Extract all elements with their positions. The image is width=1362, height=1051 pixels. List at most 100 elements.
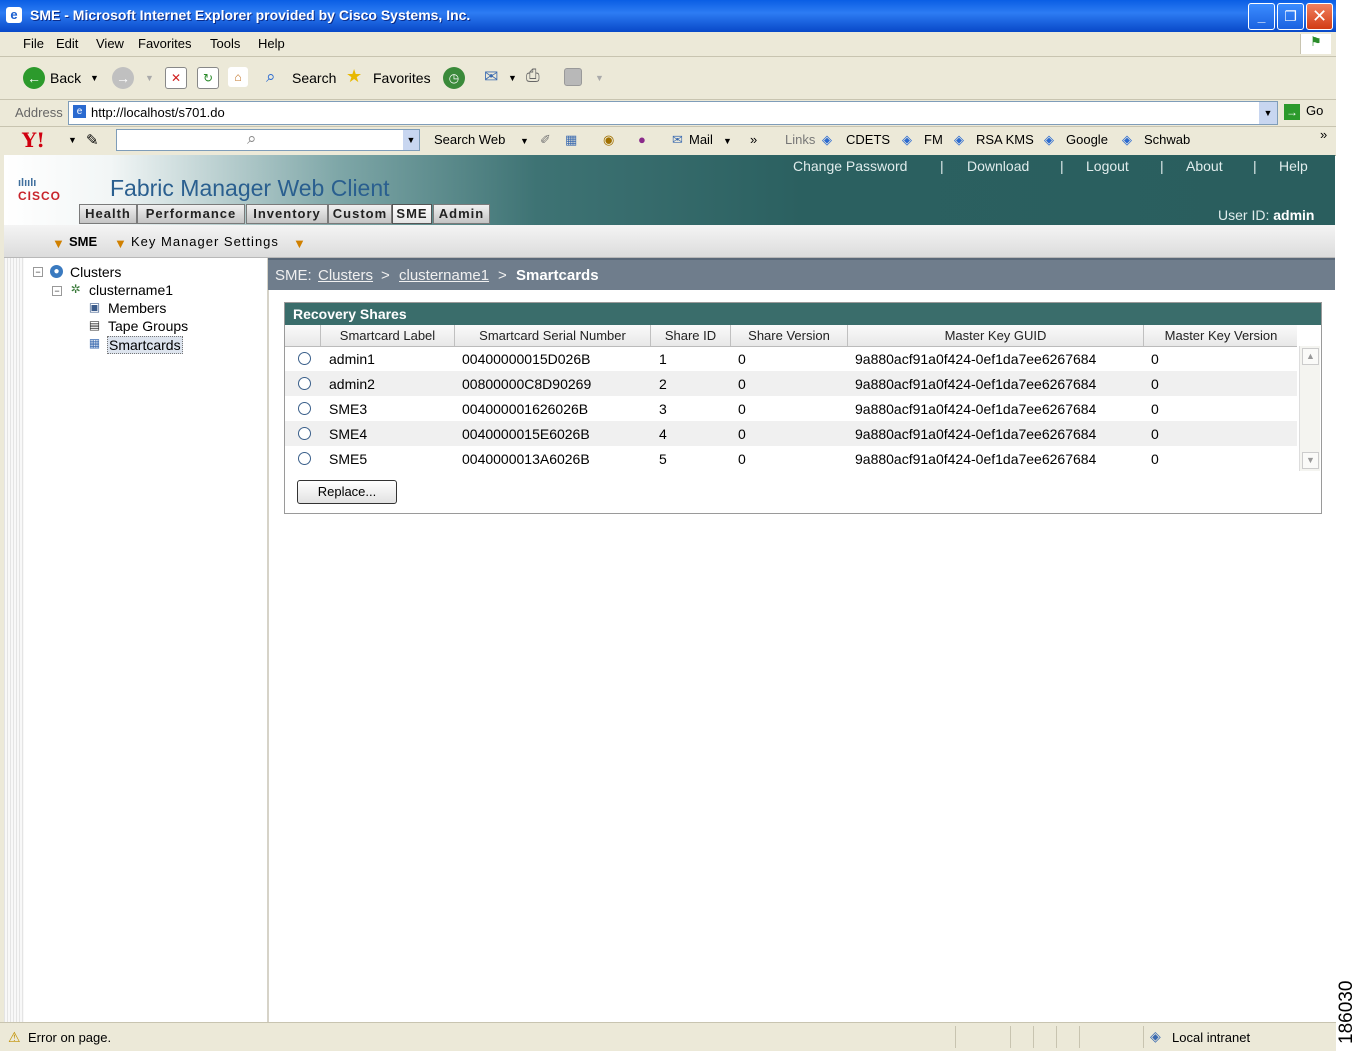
yahoo-dropdown-icon[interactable]: ▼ [68, 135, 77, 145]
favorites-button[interactable]: Favorites [373, 70, 431, 86]
breadcrumb-cluster-link[interactable]: clustername1 [399, 267, 489, 284]
minimize-button[interactable]: _ [1248, 3, 1275, 30]
table-row[interactable]: admin1 00400000015D026B 1 0 9a880acf91a0… [285, 346, 1297, 371]
menu-help[interactable]: Help [258, 36, 285, 51]
mail-dropdown-icon[interactable]: ▼ [508, 73, 517, 83]
col-share-version[interactable]: Share Version [730, 325, 847, 346]
mail-dropdown-icon[interactable]: ▼ [723, 136, 732, 146]
mail-envelope-icon[interactable]: ✉ [672, 132, 683, 148]
menu-edit[interactable]: Edit [56, 36, 78, 51]
table-row[interactable]: admin2 00800000C8D90269 2 0 9a880acf91a0… [285, 371, 1297, 396]
row-radio[interactable] [298, 452, 311, 465]
download-link[interactable]: Download [967, 158, 1029, 174]
highlight-icon[interactable]: ✐ [540, 132, 551, 148]
tree-smartcards[interactable]: Smartcards [107, 336, 183, 354]
mail-icon[interactable]: ✉ [484, 67, 498, 87]
tab-sme[interactable]: SME [392, 204, 432, 224]
replace-button[interactable]: Replace... [297, 480, 397, 504]
menu-view[interactable]: View [96, 36, 124, 51]
yahoo-logo[interactable]: Y! [22, 128, 45, 152]
refresh-icon[interactable]: ↻ [197, 67, 219, 89]
logout-link[interactable]: Logout [1086, 158, 1129, 174]
home-icon[interactable]: ⌂ [228, 67, 248, 87]
globe-icon[interactable]: ◉ [603, 132, 614, 148]
back-button[interactable]: Back [50, 70, 81, 86]
search-web-button[interactable]: Search Web [434, 132, 505, 147]
cell-serial: 0040000015E6026B [462, 426, 590, 442]
search-icon[interactable]: ⌕ [266, 67, 276, 87]
search-web-dropdown-icon[interactable]: ▼ [520, 136, 529, 146]
help-link[interactable]: Help [1279, 158, 1308, 174]
yahoo-search-input[interactable]: ⌕ ▼ [116, 129, 420, 151]
tree-members[interactable]: Members [108, 300, 166, 316]
scroll-down-icon[interactable]: ▼ [1302, 452, 1319, 469]
status-divider [1079, 1026, 1080, 1048]
favorites-star-icon[interactable]: ★ [346, 66, 362, 87]
maximize-button[interactable]: ❐ [1277, 3, 1304, 30]
chevron-more-icon[interactable]: » [750, 132, 757, 147]
tab-admin[interactable]: Admin [433, 204, 490, 224]
tab-health[interactable]: Health [79, 204, 137, 224]
menu-favorites[interactable]: Favorites [138, 36, 191, 51]
col-master-key-version[interactable]: Master Key Version [1143, 325, 1298, 346]
table-scrollbar[interactable]: ▲ ▼ [1299, 346, 1320, 471]
link-rsa-kms[interactable]: RSA KMS [976, 132, 1034, 147]
tree-clusters[interactable]: Clusters [70, 264, 121, 280]
link-cdets[interactable]: CDETS [846, 132, 890, 147]
change-password-link[interactable]: Change Password [793, 158, 907, 174]
close-button[interactable]: ✕ [1306, 3, 1333, 30]
scroll-up-icon[interactable]: ▲ [1302, 348, 1319, 365]
subnav-key-manager-settings[interactable]: Key Manager Settings [131, 234, 279, 249]
address-dropdown-icon[interactable]: ▼ [1259, 102, 1277, 124]
go-arrow-icon[interactable]: → [1284, 104, 1300, 120]
subnav-sme[interactable]: SME [69, 234, 97, 249]
link-fm[interactable]: FM [924, 132, 943, 147]
link-schwab[interactable]: Schwab [1144, 132, 1190, 147]
warning-icon[interactable]: ⚠ [8, 1029, 21, 1046]
history-icon[interactable]: ◷ [443, 67, 465, 89]
edit-dropdown-icon[interactable]: ▼ [595, 73, 604, 83]
search-button[interactable]: Search [292, 70, 336, 86]
table-row[interactable]: SME3 004000001626026B 3 0 9a880acf91a0f4… [285, 396, 1297, 421]
yahoo-search-dropdown-icon[interactable]: ▼ [403, 130, 419, 150]
breadcrumb-clusters-link[interactable]: Clusters [318, 267, 373, 284]
go-button[interactable]: Go [1306, 103, 1323, 118]
print-icon[interactable]: ⎙ [526, 66, 540, 86]
about-link[interactable]: About [1186, 158, 1223, 174]
messenger-icon[interactable]: ● [638, 132, 646, 147]
chevron-more-links-icon[interactable]: » [1320, 127, 1327, 142]
forward-arrow-icon[interactable]: → [112, 67, 134, 89]
table-row[interactable]: SME5 0040000013A6026B 5 0 9a880acf91a0f4… [285, 446, 1297, 471]
collapse-icon[interactable]: − [52, 286, 62, 296]
address-input[interactable]: e http://localhost/s701.do ▼ [68, 101, 1278, 125]
stop-icon[interactable]: ✕ [165, 67, 187, 89]
collapse-icon[interactable]: − [33, 267, 43, 277]
row-radio[interactable] [298, 377, 311, 390]
pencil-icon[interactable]: ✎ [86, 131, 99, 149]
table-row[interactable]: SME4 0040000015E6026B 4 0 9a880acf91a0f4… [285, 421, 1297, 446]
link-google[interactable]: Google [1066, 132, 1108, 147]
col-share-id[interactable]: Share ID [650, 325, 730, 346]
back-dropdown-icon[interactable]: ▼ [90, 73, 99, 83]
tab-custom[interactable]: Custom [328, 204, 392, 224]
row-radio[interactable] [298, 352, 311, 365]
forward-dropdown-icon[interactable]: ▼ [145, 73, 154, 83]
tab-inventory[interactable]: Inventory [246, 204, 328, 224]
ie-icon: e [6, 7, 22, 23]
row-radio[interactable] [298, 402, 311, 415]
cell-mk-version: 0 [1151, 351, 1159, 367]
calendar-icon[interactable]: ▦ [565, 132, 577, 148]
tree-tape-groups[interactable]: Tape Groups [108, 318, 188, 334]
yahoo-mail-button[interactable]: Mail [689, 132, 713, 147]
col-smartcard-label[interactable]: Smartcard Label [320, 325, 454, 346]
back-arrow-icon[interactable]: ← [23, 67, 45, 89]
menu-tools[interactable]: Tools [210, 36, 240, 51]
col-serial-number[interactable]: Smartcard Serial Number [454, 325, 650, 346]
tab-performance[interactable]: Performance [137, 204, 245, 224]
row-radio[interactable] [298, 427, 311, 440]
edit-icon[interactable] [564, 68, 582, 86]
col-master-key-guid[interactable]: Master Key GUID [847, 325, 1143, 346]
tree-clustername1[interactable]: clustername1 [89, 282, 173, 298]
links-label: Links [785, 132, 816, 147]
menu-file[interactable]: File [23, 36, 44, 51]
